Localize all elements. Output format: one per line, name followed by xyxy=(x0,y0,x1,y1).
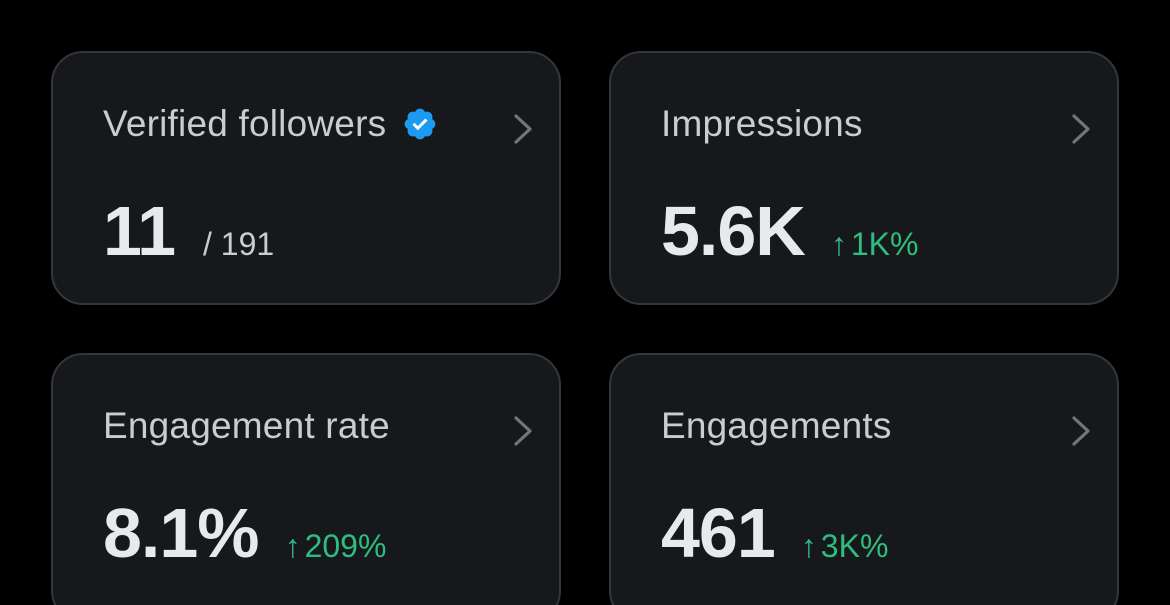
impressions-change: ↑ 1K% xyxy=(831,226,919,263)
value-row: 8.1% ↑ 209% xyxy=(103,493,386,573)
analytics-panel: Verified followers 11 / 191 Impressions … xyxy=(0,0,1170,605)
card-title: Engagements xyxy=(661,405,892,447)
impressions-value: 5.6K xyxy=(661,192,806,270)
card-title: Impressions xyxy=(661,103,863,145)
value-row: 11 / 191 xyxy=(103,191,274,271)
engagements-change: ↑ 3K% xyxy=(801,528,889,565)
verified-followers-label: Verified followers xyxy=(103,103,387,144)
chevron-right-icon xyxy=(1072,416,1090,446)
value-row: 461 ↑ 3K% xyxy=(661,493,888,573)
engagement-rate-value: 8.1% xyxy=(103,494,260,572)
verified-followers-value: 11 xyxy=(103,192,176,270)
chevron-right-icon xyxy=(1072,114,1090,144)
engagement-rate-card[interactable]: Engagement rate 8.1% ↑ 209% xyxy=(51,353,561,605)
up-arrow-icon: ↑ xyxy=(830,226,847,262)
impressions-change-value: 1K% xyxy=(850,226,919,262)
value-row: 5.6K ↑ 1K% xyxy=(661,191,918,271)
chevron-right-icon xyxy=(514,114,532,144)
engagement-rate-label: Engagement rate xyxy=(103,405,390,446)
engagements-change-value: 3K% xyxy=(820,528,889,564)
verified-badge-icon xyxy=(404,108,436,140)
engagement-rate-change-value: 209% xyxy=(304,528,387,564)
card-title: Engagement rate xyxy=(103,405,390,447)
engagements-label: Engagements xyxy=(661,405,892,446)
total-followers: / 191 xyxy=(203,226,275,262)
up-arrow-icon: ↑ xyxy=(284,528,301,564)
engagement-rate-change: ↑ 209% xyxy=(285,528,387,565)
engagements-value: 461 xyxy=(661,494,776,572)
up-arrow-icon: ↑ xyxy=(800,528,817,564)
impressions-card[interactable]: Impressions 5.6K ↑ 1K% xyxy=(609,51,1119,305)
card-title: Verified followers xyxy=(103,103,438,145)
chevron-right-icon xyxy=(514,416,532,446)
impressions-label: Impressions xyxy=(661,103,863,144)
engagements-card[interactable]: Engagements 461 ↑ 3K% xyxy=(609,353,1119,605)
verified-followers-card[interactable]: Verified followers 11 / 191 xyxy=(51,51,561,305)
